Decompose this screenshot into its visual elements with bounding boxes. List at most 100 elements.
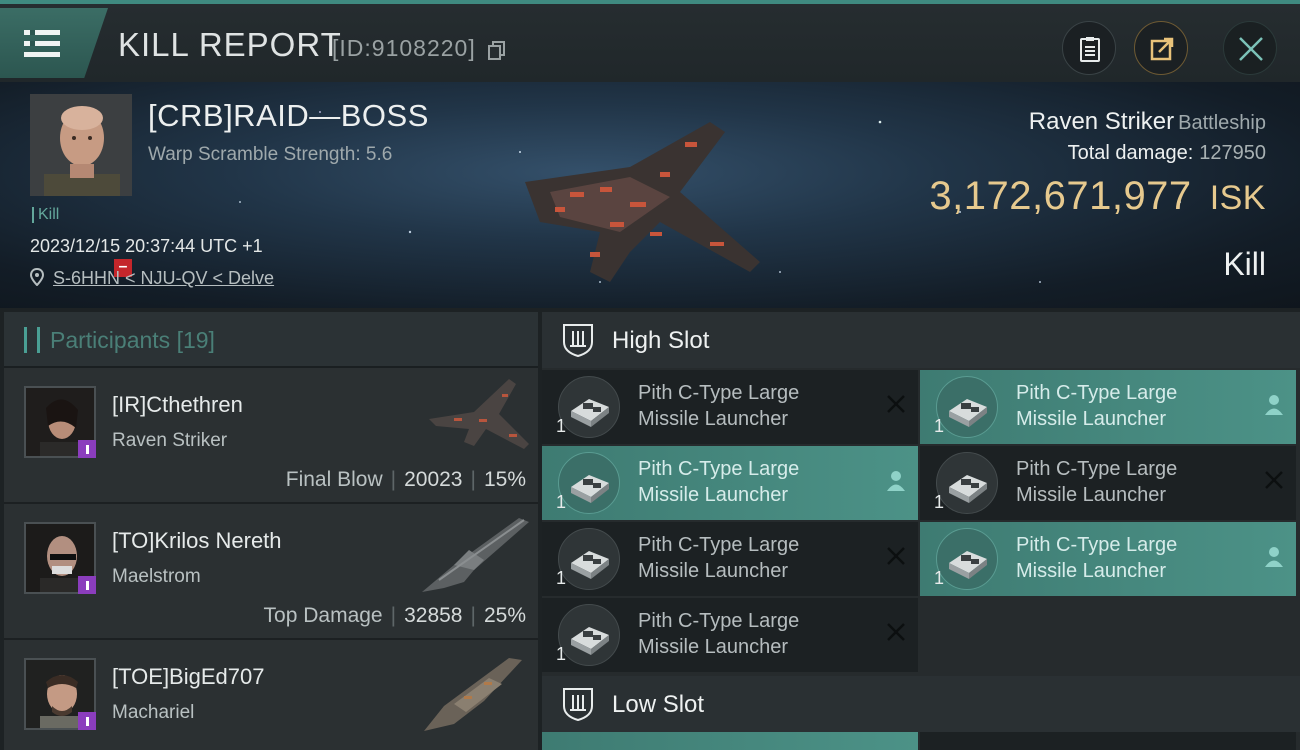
- module-quantity: 1: [934, 568, 945, 588]
- participant-ship: Machariel: [112, 702, 195, 723]
- participant-ship-image: [429, 379, 529, 449]
- high-slot-label: High Slot: [612, 327, 710, 354]
- participant-name[interactable]: [TOE]BigEd707: [112, 664, 264, 690]
- missile-launcher-icon: [558, 528, 620, 590]
- module-name-line1: Pith C-Type Large: [638, 382, 800, 404]
- total-damage: Total damage: 127950: [1068, 142, 1266, 165]
- module-quantity: 1: [934, 492, 945, 512]
- high-slot-header: High Slot: [542, 312, 1300, 368]
- ship-name: Raven Striker: [1028, 108, 1175, 135]
- participant-row[interactable]: [IR]Cthethren Raven Striker Final Blow | 2…: [4, 368, 538, 504]
- close-button[interactable]: [1223, 21, 1277, 75]
- module-name-line2: Missile Launcher: [1016, 560, 1167, 582]
- victim-ship[interactable]: Raven Striker Battleship: [1029, 108, 1266, 136]
- fitting-panel: High Slot 1 Pith C-Type Large Missile Laun…: [542, 312, 1300, 750]
- x-icon: [886, 546, 906, 571]
- kill-result: Kill: [1223, 246, 1266, 282]
- victim-ship-image: [525, 122, 760, 282]
- module-item[interactable]: 1 Pith C-Type Large Missile Launcher: [542, 522, 918, 596]
- copy-icon[interactable]: [488, 41, 506, 61]
- missile-launcher-icon: [558, 376, 620, 438]
- missile-launcher-icon: [558, 604, 620, 666]
- top-bar: KILL REPORT [ID:9108220]: [0, 0, 1300, 82]
- missile-launcher-icon: [558, 452, 620, 514]
- x-icon: [886, 622, 906, 647]
- kill-location[interactable]: S-6HHN < NJU-QV < Delve: [29, 267, 274, 289]
- module-name-line2: Missile Launcher: [638, 636, 789, 658]
- total-damage-value: 127950: [1199, 142, 1266, 164]
- participants-panel: Participants [19] [IR]Cthethren Raven St…: [4, 312, 538, 750]
- module-name-line2: Missile Launcher: [638, 484, 789, 506]
- module-name-line1: Pith C-Type Large: [1016, 534, 1178, 556]
- module-item[interactable]: 1 Pith C-Type Large Missile Launcher: [542, 446, 918, 520]
- location-link[interactable]: S-6HHN < NJU-QV < Delve: [53, 268, 274, 288]
- total-damage-label: Total damage:: [1067, 142, 1194, 164]
- module-name-line2: Missile Launcher: [638, 408, 789, 430]
- module-name-line1: Pith C-Type Large: [1016, 382, 1178, 404]
- participant-tag: Final Blow: [285, 468, 383, 491]
- person-icon: [886, 470, 906, 497]
- module-item[interactable]: 1 Pith C-Type Large Missile Launcher: [542, 598, 918, 672]
- hamburger-menu-icon: [24, 30, 60, 57]
- participant-ship-image: [422, 518, 529, 592]
- low-slot-header: Low Slot: [542, 676, 1300, 732]
- participant-damage: 20023: [404, 468, 463, 491]
- module-name: Pith C-Type Large Missile Launcher: [638, 456, 799, 508]
- participant-badge: [78, 712, 96, 730]
- participants-header: Participants [19]: [4, 312, 538, 368]
- x-icon: [1264, 470, 1284, 495]
- menu-button[interactable]: [0, 8, 108, 78]
- person-icon: [1264, 394, 1284, 421]
- isk-unit: ISK: [1209, 179, 1266, 217]
- low-slot-module-peek: [542, 732, 918, 750]
- missile-launcher-icon: [936, 452, 998, 514]
- module-quantity: 1: [556, 568, 567, 588]
- participant-badge: [78, 576, 96, 594]
- clipboard-button[interactable]: [1062, 21, 1116, 75]
- participant-name[interactable]: [TO]Krilos Nereth: [112, 528, 282, 554]
- participant-ship: Maelstrom: [112, 566, 201, 587]
- module-name-line1: Pith C-Type Large: [1016, 458, 1178, 480]
- missile-launcher-icon: [936, 528, 998, 590]
- module-item[interactable]: 1 Pith C-Type Large Missile Launcher: [920, 446, 1296, 520]
- module-item[interactable]: 1 Pith C-Type Large Missile Launcher: [920, 522, 1296, 596]
- participant-stats: Final Blow | 20023 | 15%: [285, 468, 526, 491]
- participant-tag: Top Damage: [263, 604, 383, 627]
- participant-percent: 25%: [483, 604, 526, 627]
- share-icon: [1150, 37, 1174, 61]
- report-id: [ID:9108220]: [332, 35, 476, 61]
- participant-stats: Top Damage | 32858 | 25%: [263, 604, 526, 627]
- warp-scramble-strength: Warp Scramble Strength: 5.6: [148, 144, 393, 165]
- module-name-line1: Pith C-Type Large: [638, 458, 800, 480]
- participant-row[interactable]: [TO]Krilos Nereth Maelstrom Top Damage | 3…: [4, 504, 538, 640]
- victim-portrait[interactable]: [30, 94, 132, 196]
- participants-count: [19]: [176, 327, 215, 353]
- module-item[interactable]: 1 Pith C-Type Large Missile Launcher: [542, 370, 918, 444]
- module-quantity: 1: [556, 492, 567, 512]
- module-item[interactable]: 1 Pith C-Type Large Missile Launcher: [920, 370, 1296, 444]
- location-pin-icon: [29, 267, 45, 287]
- isk-value: 3,172,671,977 ISK: [929, 174, 1266, 219]
- participant-name[interactable]: [IR]Cthethren: [112, 392, 243, 418]
- share-button[interactable]: [1134, 21, 1188, 75]
- participant-percent: 15%: [483, 468, 526, 491]
- participant-ship: Raven Striker: [112, 430, 228, 451]
- low-slot-module-peek: [920, 732, 1296, 750]
- module-name: Pith C-Type Large Missile Launcher: [638, 608, 799, 660]
- victim-name[interactable]: [CRB]RAID—BOSS: [148, 98, 429, 134]
- kill-tag: Kill: [32, 207, 59, 223]
- clipboard-icon: [1080, 37, 1100, 62]
- module-name-line1: Pith C-Type Large: [638, 610, 800, 632]
- module-name: Pith C-Type Large Missile Launcher: [638, 380, 799, 432]
- module-name: Pith C-Type Large Missile Launcher: [1016, 532, 1177, 584]
- high-slot-icon: [563, 324, 593, 358]
- participant-row[interactable]: [TOE]BigEd707 Machariel: [4, 640, 538, 750]
- ship-class: Battleship: [1178, 112, 1266, 134]
- module-quantity: 1: [556, 416, 567, 436]
- person-icon: [1264, 546, 1284, 573]
- module-name: Pith C-Type Large Missile Launcher: [638, 532, 799, 584]
- participant-ship-image: [424, 658, 522, 731]
- victim-banner: – [CRB]RAID—BOSS Warp Scramble Strength:…: [0, 82, 1300, 308]
- close-icon: [1239, 37, 1263, 61]
- kill-datetime: 2023/12/15 20:37:44 UTC +1: [30, 236, 263, 256]
